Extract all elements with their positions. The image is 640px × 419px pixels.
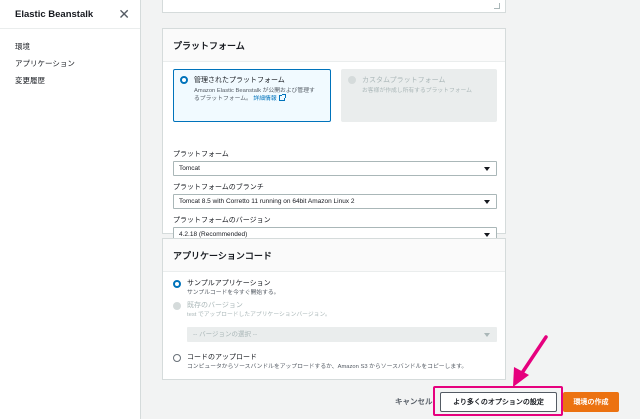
sample-application-desc: サンプルコードを今すぐ開始する。 — [187, 290, 280, 296]
upload-code-option[interactable]: コードのアップロード コンピュータからソースバンドルをアップロードするか、Ama… — [173, 353, 467, 371]
platform-branch-value: Tomcat 8.5 with Corretto 11 running on 6… — [179, 198, 355, 205]
custom-platform-title: カスタムプラットフォーム — [362, 77, 446, 84]
platform-select[interactable]: Tomcat — [173, 161, 497, 176]
version-select-placeholder: -- バージョンの選択 -- — [193, 331, 258, 338]
cancel-button[interactable]: キャンセル — [395, 396, 433, 407]
managed-platform-desc: Amazon Elastic Beanstalk が公開および管理す るプラット… — [194, 87, 324, 103]
close-icon[interactable]: ✕ — [118, 7, 130, 21]
upload-code-radio[interactable] — [173, 354, 181, 362]
caret-down-icon — [484, 233, 490, 237]
platform-branch-select[interactable]: Tomcat 8.5 with Corretto 11 running on 6… — [173, 194, 497, 209]
upload-code-desc: コンピュータからソースバンドルをアップロードするか、Amazon S3 からソー… — [187, 364, 468, 370]
caret-down-icon — [484, 333, 490, 337]
caret-down-icon — [484, 167, 490, 171]
previous-section-textarea[interactable] — [162, 0, 506, 13]
sidebar-title: Elastic Beanstalk — [15, 8, 94, 20]
custom-platform-radio — [348, 76, 356, 84]
sample-application-option[interactable]: サンプルアプリケーション サンプルコードを今すぐ開始する。 — [173, 279, 279, 297]
platform-label: プラットフォーム — [173, 151, 229, 158]
application-code-heading: アプリケーションコード — [163, 239, 505, 272]
existing-version-option: 既存のバージョン test でアップロードしたアプリケーションバージョン。 — [173, 301, 331, 319]
managed-desc-line1: Amazon Elastic Beanstalk が公開および管理す — [194, 88, 315, 94]
learn-more-link[interactable]: 詳細情報 — [253, 96, 276, 102]
sidebar-header: Elastic Beanstalk ✕ — [0, 0, 140, 29]
managed-platform-title: 管理されたプラットフォーム — [194, 77, 285, 84]
managed-desc-line2: るプラットフォーム。 — [194, 96, 252, 102]
platform-select-value: Tomcat — [179, 165, 200, 172]
version-select: -- バージョンの選択 -- — [187, 327, 497, 342]
sidebar-item-change-history[interactable]: 変更履歴 — [0, 72, 140, 89]
custom-platform-option: カスタムプラットフォーム お客様が作成し所有するプラットフォーム — [341, 69, 497, 122]
sample-application-title: サンプルアプリケーション — [187, 280, 271, 287]
application-code-section: アプリケーションコード サンプルアプリケーション サンプルコードを今すぐ開始する… — [162, 238, 506, 380]
existing-version-desc: test でアップロードしたアプリケーションバージョン。 — [187, 312, 331, 318]
platform-branch-label: プラットフォームのブランチ — [173, 184, 264, 191]
existing-version-title: 既存のバージョン — [187, 302, 243, 309]
custom-platform-desc: お客様が作成し所有するプラットフォーム — [362, 88, 472, 94]
sample-application-radio[interactable] — [173, 280, 181, 288]
platform-section-heading: プラットフォーム — [163, 29, 505, 62]
upload-code-title: コードのアップロード — [187, 354, 257, 361]
resize-handle-icon[interactable] — [494, 3, 500, 9]
platform-section: プラットフォーム 管理されたプラットフォーム Amazon Elastic Be… — [162, 28, 506, 241]
sidebar-item-environments[interactable]: 環境 — [0, 38, 140, 55]
sidebar: Elastic Beanstalk ✕ 環境 アプリケーション 変更履歴 — [0, 0, 141, 419]
platform-version-label: プラットフォームのバージョン — [173, 217, 271, 224]
platform-version-value: 4.2.18 (Recommended) — [179, 231, 248, 238]
managed-platform-radio[interactable] — [180, 76, 188, 84]
create-environment-button[interactable]: 環境の作成 — [563, 392, 619, 412]
main-content: プラットフォーム 管理されたプラットフォーム Amazon Elastic Be… — [141, 0, 640, 419]
caret-down-icon — [484, 200, 490, 204]
sidebar-nav: 環境 アプリケーション 変更履歴 — [0, 29, 140, 89]
form-footer: キャンセル より多くのオプションの設定 環境の作成 — [141, 386, 640, 416]
managed-platform-option[interactable]: 管理されたプラットフォーム Amazon Elastic Beanstalk が… — [173, 69, 331, 122]
external-link-icon — [278, 94, 286, 101]
sidebar-item-applications[interactable]: アプリケーション — [0, 55, 140, 72]
configure-more-options-button[interactable]: より多くのオプションの設定 — [440, 392, 557, 412]
existing-version-radio — [173, 302, 181, 310]
